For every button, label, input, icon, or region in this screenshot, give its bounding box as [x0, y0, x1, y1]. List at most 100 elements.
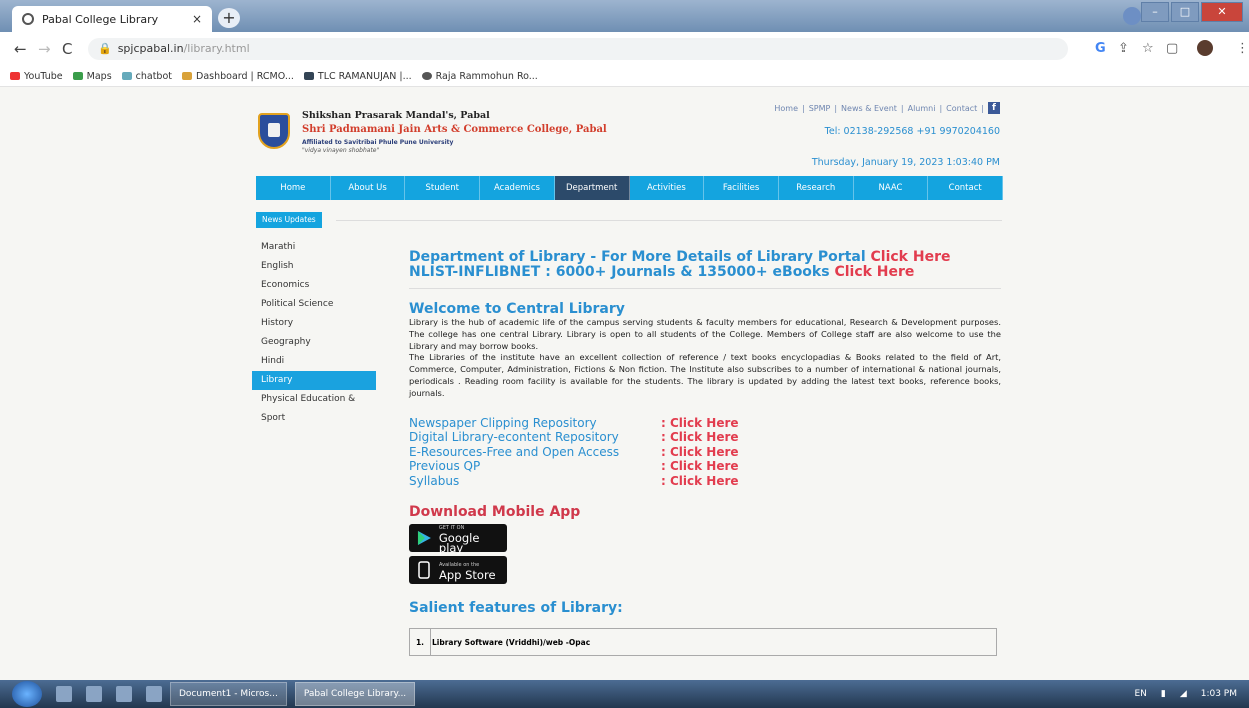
- profile-icon[interactable]: [1123, 7, 1141, 25]
- url-host: spjcpabal.in: [117, 42, 184, 55]
- star-icon[interactable]: ☆: [1142, 41, 1154, 56]
- resource-link[interactable]: : Click Here: [661, 416, 739, 431]
- network-icon[interactable]: ▮: [1161, 689, 1166, 699]
- top-links: Home | SPMP | News & Event | Alumni | Co…: [774, 102, 1000, 114]
- google-icon[interactable]: G: [1095, 41, 1106, 56]
- share-icon[interactable]: ⇪: [1118, 41, 1129, 56]
- toplink-spmp[interactable]: SPMP: [809, 104, 831, 113]
- menu-home[interactable]: Home: [256, 176, 331, 200]
- resource-link[interactable]: : Click Here: [661, 445, 739, 460]
- maximize-button[interactable]: □: [1171, 2, 1199, 22]
- toplink-home[interactable]: Home: [774, 104, 798, 113]
- reload-icon[interactable]: C: [62, 40, 72, 58]
- chrome-icon[interactable]: [146, 686, 162, 702]
- explorer-icon[interactable]: [56, 686, 72, 702]
- menu-about[interactable]: About Us: [331, 176, 406, 200]
- menu-student[interactable]: Student: [405, 176, 481, 200]
- college-logo[interactable]: [258, 113, 290, 149]
- bookmark-youtube[interactable]: YouTube: [10, 71, 63, 82]
- sidebar-item-marathi[interactable]: Marathi: [252, 238, 376, 257]
- dept-line: Department of Library - For More Details…: [409, 250, 1001, 265]
- collection-paragraph: The Libraries of the institute have an e…: [409, 352, 1001, 398]
- divider: [336, 220, 1002, 221]
- list-item: Digital Library-econtent Repository : Cl…: [409, 430, 1001, 445]
- tlc-icon: [303, 72, 314, 80]
- taskbar-chrome[interactable]: Pabal College Library...: [294, 682, 416, 706]
- menu-contact[interactable]: Contact: [928, 176, 1004, 200]
- clock[interactable]: 1:03 PM: [1201, 689, 1237, 699]
- resource-label: Digital Library-econtent Repository: [409, 430, 619, 445]
- motto: "vidya vinayen shobhate": [302, 147, 380, 154]
- resource-label: E-Resources-Free and Open Access: [409, 444, 620, 459]
- sidebar-item-library[interactable]: Library: [252, 371, 376, 390]
- bookmarks-bar: YouTube Maps chatbot Dashboard | RCMO...…: [0, 66, 1249, 87]
- volume-icon[interactable]: ◢: [1180, 689, 1187, 699]
- sidebar-item-english[interactable]: English: [252, 257, 376, 276]
- dept-text: Department of Library - For More Details…: [409, 249, 866, 265]
- welcome-title: Welcome to Central Library: [409, 301, 625, 317]
- nlist-line: NLIST-INFLIBNET : 6000+ Journals & 13500…: [409, 265, 1001, 280]
- sidebar-item-political-science[interactable]: Political Science: [252, 295, 376, 314]
- features-table: 1. Library Software (Vriddhi)/web -Opac: [409, 628, 997, 657]
- resource-link[interactable]: : Click Here: [661, 474, 739, 489]
- toplink-alumni[interactable]: Alumni: [908, 104, 936, 113]
- resource-link[interactable]: : Click Here: [661, 430, 739, 445]
- address-toolbar: ← → C 🔒 spjcpabal.in/library.html G ⇪ ☆ ▢…: [0, 32, 1249, 67]
- bookmark-chatbot[interactable]: chatbot: [121, 71, 172, 82]
- nlist-link[interactable]: Click Here: [834, 264, 914, 280]
- sidebar-item-economics[interactable]: Economics: [252, 276, 376, 295]
- system-tray: EN ▮ ◢ 1:03 PM: [1134, 689, 1237, 699]
- media-icon[interactable]: [86, 686, 102, 702]
- sidebar-item-geography[interactable]: Geography: [252, 333, 376, 352]
- language-indicator[interactable]: EN: [1134, 689, 1146, 699]
- news-updates-button[interactable]: News Updates: [256, 212, 322, 228]
- bookmark-maps[interactable]: Maps: [72, 71, 112, 82]
- forward-arrow-icon[interactable]: →: [38, 40, 51, 58]
- back-arrow-icon[interactable]: ←: [14, 40, 27, 58]
- url-bar[interactable]: 🔒 spjcpabal.in/library.html: [88, 38, 1068, 60]
- new-tab-button[interactable]: +: [218, 8, 240, 28]
- close-window-button[interactable]: ✕: [1201, 2, 1243, 22]
- google-play-label: Google play: [438, 531, 480, 556]
- salient-features-title: Salient features of Library:: [409, 600, 623, 617]
- phone-icon: [418, 561, 430, 579]
- menu-department[interactable]: Department: [554, 176, 630, 200]
- list-item: Previous QP : Click Here: [409, 459, 1001, 474]
- menu-academics[interactable]: Academics: [480, 176, 555, 200]
- bookmark-tlc[interactable]: TLC RAMANUJAN |...: [303, 71, 412, 82]
- start-button[interactable]: [12, 681, 42, 707]
- sidebar-item-history[interactable]: History: [252, 314, 376, 333]
- bookmark-dashboard[interactable]: Dashboard | RCMO...: [182, 71, 294, 82]
- library-portal-link[interactable]: Click Here: [871, 249, 951, 265]
- tab-close-button[interactable]: ×: [192, 12, 202, 26]
- institution-society: Shikshan Prasarak Mandal's, Pabal: [302, 110, 490, 121]
- avatar[interactable]: [1197, 40, 1213, 56]
- phone-number: Tel: 02138-292568 +91 9970204160: [824, 126, 1000, 137]
- minimize-button[interactable]: –: [1141, 2, 1169, 22]
- toplink-contact[interactable]: Contact: [946, 104, 977, 113]
- department-sidebar: Marathi English Economics Political Scie…: [252, 238, 376, 428]
- menu-research[interactable]: Research: [779, 176, 854, 200]
- menu-dots-icon[interactable]: ⋮: [1236, 41, 1249, 56]
- sidebar-item-physical-education[interactable]: Physical Education &: [252, 390, 376, 409]
- sidebar-item-sport[interactable]: Sport: [252, 409, 376, 428]
- menu-facilities[interactable]: Facilities: [704, 176, 779, 200]
- menu-activities[interactable]: Activities: [630, 176, 705, 200]
- feature-text: Library Software (Vriddhi)/web -Opac: [430, 628, 997, 657]
- bookmark-raja[interactable]: Raja Rammohun Ro...: [421, 71, 538, 82]
- youtube-icon: [10, 72, 20, 80]
- ie-icon[interactable]: [116, 686, 132, 702]
- list-item: Newspaper Clipping Repository : Click He…: [409, 416, 1001, 431]
- facebook-icon[interactable]: f: [988, 102, 1000, 114]
- toplink-news[interactable]: News & Event: [841, 104, 897, 113]
- sidebar-item-hindi[interactable]: Hindi: [252, 352, 376, 371]
- resource-label: Previous QP: [409, 459, 481, 474]
- browser-tab[interactable]: Pabal College Library ×: [12, 6, 212, 32]
- menu-naac[interactable]: NAAC: [854, 176, 929, 200]
- side-panel-icon[interactable]: ▢: [1166, 41, 1178, 56]
- google-play-button[interactable]: GET IT ON Google play: [409, 524, 507, 556]
- taskbar-word[interactable]: Document1 - Micros...: [170, 682, 287, 706]
- resource-link[interactable]: : Click Here: [661, 459, 739, 474]
- app-store-button[interactable]: Available on the App Store: [409, 556, 507, 585]
- tab-title: Pabal College Library: [42, 12, 159, 26]
